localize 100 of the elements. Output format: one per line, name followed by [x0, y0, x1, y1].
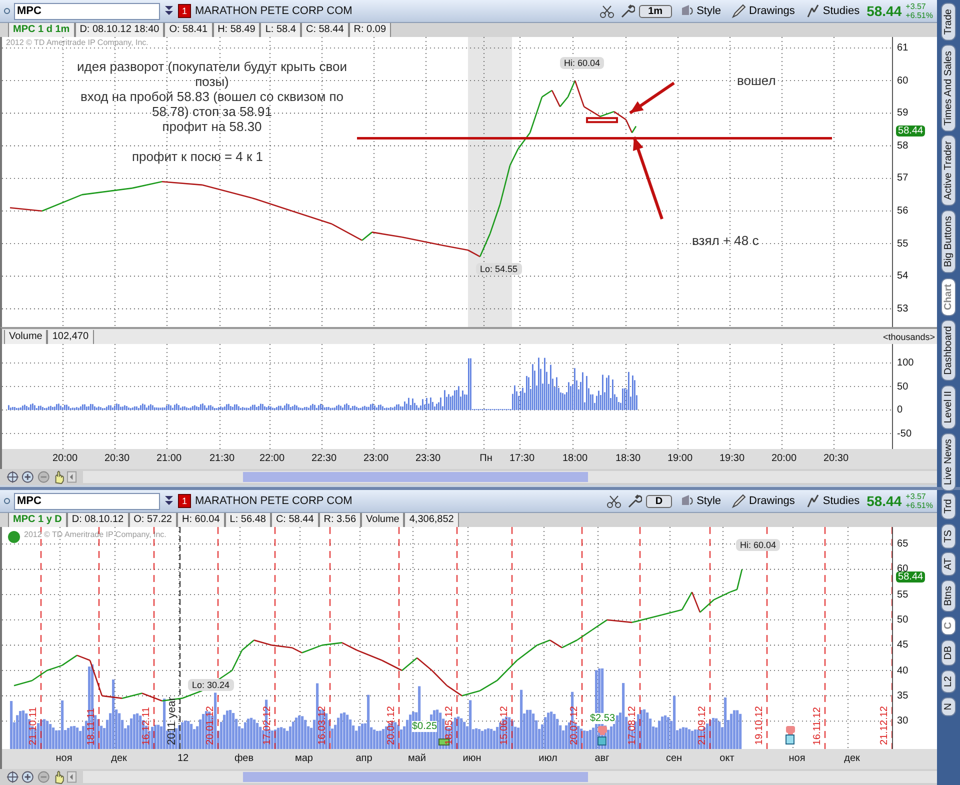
month-tick: мар	[295, 753, 313, 764]
year-marker: 2011 year	[166, 696, 178, 745]
style-button[interactable]: Style	[676, 491, 724, 511]
last-price: 58.44	[866, 3, 902, 19]
price-tick: 60	[897, 75, 908, 86]
low-label: Lo: 30.24	[188, 679, 234, 691]
exit-note: взял + 48 с	[692, 233, 759, 248]
quote-cell: Volume	[361, 513, 404, 527]
month-tick: июн	[462, 753, 482, 764]
quote-cell: L: 56.48	[224, 513, 271, 527]
month-tick: окт	[720, 753, 734, 764]
quote-cell: D: 08.10.12 18:40	[74, 23, 164, 37]
volume-tick: 50	[897, 381, 908, 392]
price-tick: 30	[897, 716, 908, 727]
price-tick: 54	[897, 270, 908, 282]
side-tab[interactable]: DB	[941, 640, 956, 666]
side-tab[interactable]: Times And Sales	[941, 44, 956, 132]
time-tick: 20:00	[52, 453, 78, 464]
drawings-button[interactable]: Drawings	[728, 491, 798, 511]
low-label: Lo: 54.55	[476, 263, 522, 275]
drawings-button[interactable]: Drawings	[728, 1, 798, 21]
price-tick: 57	[897, 172, 908, 184]
symbol-field[interactable]: MPC	[14, 492, 160, 510]
copyright-text: 2012 © TD Ameritrade IP Company, Inc.	[6, 38, 148, 47]
dividend-label: $2.53	[590, 713, 616, 724]
expiration-date: 18.11.11	[86, 708, 97, 745]
volume-value: 102,470	[47, 330, 94, 344]
month-tick: дек	[111, 753, 127, 764]
studies-button[interactable]: Studies	[802, 1, 863, 21]
time-tick: 23:30	[415, 453, 441, 464]
chart-title: MPC 1 d 1m	[8, 23, 75, 37]
quote-cell: O: 58.41	[164, 23, 213, 37]
price-tag: 58.44	[896, 126, 926, 137]
time-tick: 18:00	[562, 453, 588, 464]
chart-title: MPC 1 y D	[8, 513, 67, 527]
expiration-date: 16.03.12	[317, 706, 328, 745]
idea-note: идея разворот (покупатели будут крыть свои позы) вход на пробой 58.83 (вошел со сквизом по 58.78) стоп за 58.91 профит на 58.30	[76, 59, 348, 134]
expiration-date: 19.10.12	[754, 706, 765, 745]
entry-note: вошел	[737, 73, 776, 88]
aggregation-button[interactable]: D	[646, 494, 672, 508]
side-tab[interactable]: Trade	[941, 3, 956, 41]
expiration-date: 17.08.12	[627, 706, 638, 745]
volume-tick: -50	[897, 428, 912, 439]
quote-cell: 4,306,852	[404, 513, 459, 527]
side-tab[interactable]: TS	[941, 524, 956, 548]
company-name: MARATHON PETE CORP COM	[195, 5, 354, 17]
volume-label: Volume	[4, 330, 48, 344]
time-tick: 21:00	[156, 453, 182, 464]
expiration-date: 20.04.12	[386, 706, 397, 745]
side-tab[interactable]: C	[941, 616, 956, 636]
ratio-note: профит к посю = 4 к 1	[132, 149, 264, 164]
quote-cell: L: 58.4	[260, 23, 301, 37]
expiration-date: 20.07.12	[569, 706, 580, 745]
price-tick: 59	[897, 108, 908, 119]
aggregation-button[interactable]: 1m	[639, 4, 672, 18]
high-label: Hi: 60.04	[736, 539, 780, 551]
alert-badge: 1	[178, 4, 192, 18]
side-tab[interactable]: Active Trader	[941, 135, 956, 206]
time-tick: 20:00	[771, 453, 797, 464]
copyright-text: 2012 © TD Ameritrade IP Company, Inc.	[24, 530, 166, 539]
price-tag: 58.44	[896, 572, 926, 583]
studies-button[interactable]: Studies	[802, 491, 863, 511]
last-price: 58.44	[866, 493, 902, 509]
time-tick: 17:30	[509, 453, 535, 464]
time-tick: 18:30	[615, 453, 641, 464]
side-tab[interactable]: Dashboard	[941, 320, 956, 381]
expiration-date: 16.11.12	[812, 706, 823, 745]
quote-cell: C: 58.44	[270, 513, 319, 527]
price-tick: 35	[897, 690, 908, 702]
side-tab[interactable]: Big Buttons	[941, 210, 956, 274]
time-tick: 21:30	[209, 453, 235, 464]
side-tab[interactable]: Chart	[941, 278, 956, 316]
side-tab[interactable]: Level II	[941, 384, 956, 429]
side-tab[interactable]: L2	[941, 670, 956, 693]
time-tick: 19:30	[719, 453, 745, 464]
price-tick: 50	[897, 614, 908, 626]
side-tab[interactable]: Trd	[941, 493, 956, 520]
side-tab[interactable]: AT	[941, 552, 956, 576]
price-tick: 65	[897, 538, 908, 550]
volume-tick: 0	[897, 404, 903, 416]
volume-tick: 100	[897, 358, 914, 368]
side-tab[interactable]: Btns	[941, 580, 956, 612]
price-change: +3.57	[906, 2, 927, 11]
price-change: +3.57	[906, 492, 927, 501]
percent-change: +6.51%	[906, 11, 933, 20]
quote-cell: D: 08.10.12	[66, 513, 129, 527]
expiration-date: 18.05.12	[444, 706, 455, 745]
style-button[interactable]: Style	[676, 1, 724, 21]
quote-cell: O: 57.22	[128, 513, 177, 527]
company-name: MARATHON PETE CORP COM	[195, 495, 354, 507]
month-tick: авг	[594, 753, 610, 764]
symbol-field[interactable]: MPC	[14, 2, 160, 20]
dividend-label: $0.25	[412, 721, 438, 732]
expiration-date: 15.06.12	[499, 706, 510, 745]
expiration-date: 21.10.11	[28, 706, 39, 745]
price-tick: 58	[897, 140, 908, 152]
side-tab[interactable]: Live News	[941, 432, 956, 491]
price-tick: 55	[897, 238, 908, 250]
month-tick: 12	[177, 753, 189, 764]
side-tab[interactable]: N	[941, 696, 956, 716]
